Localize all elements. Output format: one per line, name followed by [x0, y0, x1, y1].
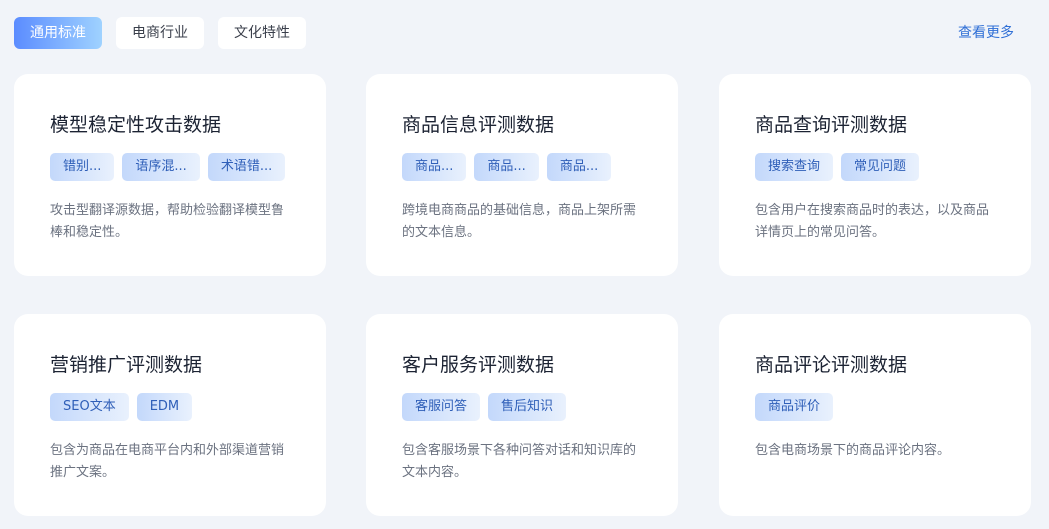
tag[interactable]: 语序混...	[122, 153, 200, 181]
card-title: 商品查询评测数据	[755, 114, 908, 136]
tab-cultural-features[interactable]: 文化特性	[218, 17, 306, 49]
tag-list: 商品... 商品... 商品...	[402, 153, 642, 181]
dataset-card-product-info[interactable]: 商品信息评测数据 商品... 商品... 商品... 跨境电商商品的基础信息，商…	[366, 74, 678, 276]
card-title: 商品信息评测数据	[402, 114, 555, 136]
card-description: 跨境电商商品的基础信息，商品上架所需的文本信息。	[402, 203, 637, 240]
card-description: 包含用户在搜索商品时的表达，以及商品详情页上的常见问答。	[755, 203, 990, 240]
card-title: 营销推广评测数据	[50, 354, 203, 376]
dataset-card-model-stability[interactable]: 模型稳定性攻击数据 错别... 语序混... 术语错... 攻击型翻译源数据，帮…	[14, 74, 326, 276]
tag[interactable]: 商品...	[402, 153, 467, 181]
card-description: 包含客服场景下各种问答对话和知识库的文本内容。	[402, 443, 637, 480]
card-title: 商品评论评测数据	[755, 354, 908, 376]
tag[interactable]: 商品评价	[755, 393, 834, 421]
view-more-link[interactable]: 查看更多	[958, 17, 1014, 49]
tag[interactable]: 术语错...	[207, 153, 286, 181]
card-description: 包含为商品在电商平台内和外部渠道营销推广文案。	[50, 443, 285, 480]
card-title: 客户服务评测数据	[402, 354, 555, 376]
tag[interactable]: 常见问题	[841, 153, 920, 181]
tag-list: 搜索查询 常见问题	[755, 153, 995, 181]
tag-list: 错别... 语序混... 术语错...	[50, 153, 290, 181]
tag[interactable]: 错别...	[50, 153, 115, 181]
tab-ecommerce-industry[interactable]: 电商行业	[116, 17, 204, 49]
tag-list: SEO文本 EDM	[50, 393, 290, 421]
tag[interactable]: SEO文本	[50, 393, 129, 421]
dataset-card-marketing[interactable]: 营销推广评测数据 SEO文本 EDM 包含为商品在电商平台内和外部渠道营销推广文…	[14, 314, 326, 516]
card-title: 模型稳定性攻击数据	[50, 114, 222, 136]
card-description: 攻击型翻译源数据，帮助检验翻译模型鲁棒和稳定性。	[50, 203, 285, 240]
dataset-card-product-query[interactable]: 商品查询评测数据 搜索查询 常见问题 包含用户在搜索商品时的表达，以及商品详情页…	[719, 74, 1031, 276]
tag[interactable]: 售后知识	[488, 393, 567, 421]
category-tab-bar: 通用标准 电商行业 文化特性 查看更多	[14, 17, 1049, 49]
tab-general-standard[interactable]: 通用标准	[14, 17, 102, 49]
tag[interactable]: 商品...	[546, 153, 612, 181]
tag[interactable]: 搜索查询	[755, 153, 834, 181]
tag[interactable]: 客服问答	[402, 393, 481, 421]
tag[interactable]: 商品...	[474, 153, 539, 181]
tag-list: 商品评价	[755, 393, 995, 421]
card-description: 包含电商场景下的商品评论内容。	[755, 443, 951, 458]
dataset-card-product-review[interactable]: 商品评论评测数据 商品评价 包含电商场景下的商品评论内容。	[719, 314, 1031, 516]
tag[interactable]: EDM	[136, 393, 193, 421]
dataset-card-customer-service[interactable]: 客户服务评测数据 客服问答 售后知识 包含客服场景下各种问答对话和知识库的文本内…	[366, 314, 678, 516]
tag-list: 客服问答 售后知识	[402, 393, 642, 421]
